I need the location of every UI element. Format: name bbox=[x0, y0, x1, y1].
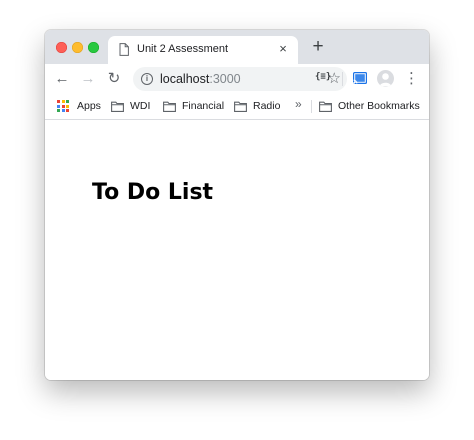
zoom-window-button[interactable] bbox=[88, 42, 99, 53]
bookmark-folder-other[interactable]: Other Bookmarks bbox=[319, 98, 420, 114]
bookmarks-bar: Apps WDI Financial Radio » Other Bookmar… bbox=[45, 94, 429, 120]
reload-button[interactable]: ↻ bbox=[104, 69, 124, 89]
bookmarks-divider bbox=[311, 100, 312, 113]
cast-icon[interactable] bbox=[353, 72, 367, 84]
browser-toolbar: ← → ↻ i localhost:3000 ☆ {≡} ⋮ bbox=[45, 64, 429, 94]
info-icon[interactable]: i bbox=[141, 73, 153, 85]
bookmark-label: Apps bbox=[77, 100, 101, 112]
folder-icon bbox=[319, 101, 332, 112]
page-title: To Do List bbox=[92, 180, 214, 205]
bookmark-folder-financial[interactable]: Financial bbox=[163, 98, 224, 114]
toolbar-divider bbox=[342, 72, 343, 86]
page-content: To Do List bbox=[45, 120, 429, 380]
apps-grid-icon bbox=[57, 100, 69, 112]
back-button[interactable]: ← bbox=[52, 69, 72, 89]
url-text[interactable]: localhost:3000 bbox=[160, 72, 241, 86]
url-host: localhost bbox=[160, 72, 210, 86]
folder-icon bbox=[163, 101, 176, 112]
folder-icon bbox=[111, 101, 124, 112]
folder-icon bbox=[234, 101, 247, 112]
url-port: :3000 bbox=[209, 72, 241, 86]
bookmark-label: Other Bookmarks bbox=[338, 100, 420, 112]
bookmarks-overflow-chevron-icon[interactable]: » bbox=[295, 97, 302, 111]
bookmark-folder-radio[interactable]: Radio bbox=[234, 98, 280, 114]
browser-window: Unit 2 Assessment × + ← → ↻ i localhost:… bbox=[45, 30, 429, 380]
document-icon bbox=[119, 43, 129, 56]
bookmark-apps[interactable]: Apps bbox=[57, 98, 101, 114]
tab-title: Unit 2 Assessment bbox=[137, 43, 229, 55]
tab-unit-2-assessment[interactable]: Unit 2 Assessment × bbox=[108, 36, 298, 64]
bookmark-label: WDI bbox=[130, 100, 151, 112]
user-silhouette-icon bbox=[379, 73, 392, 87]
bookmark-folder-wdi[interactable]: WDI bbox=[111, 98, 150, 114]
bookmark-label: Radio bbox=[253, 100, 281, 112]
profile-avatar[interactable] bbox=[377, 70, 394, 87]
tab-close-icon[interactable]: × bbox=[276, 42, 290, 56]
close-window-button[interactable] bbox=[56, 42, 67, 53]
new-tab-button[interactable]: + bbox=[309, 37, 327, 56]
minimize-window-button[interactable] bbox=[72, 42, 83, 53]
menu-kebab-icon[interactable]: ⋮ bbox=[404, 70, 419, 88]
tab-strip: Unit 2 Assessment × + bbox=[45, 30, 429, 64]
forward-button[interactable]: → bbox=[78, 69, 98, 89]
bookmark-label: Financial bbox=[182, 100, 225, 112]
json-extension-button[interactable]: {≡} bbox=[315, 72, 331, 82]
